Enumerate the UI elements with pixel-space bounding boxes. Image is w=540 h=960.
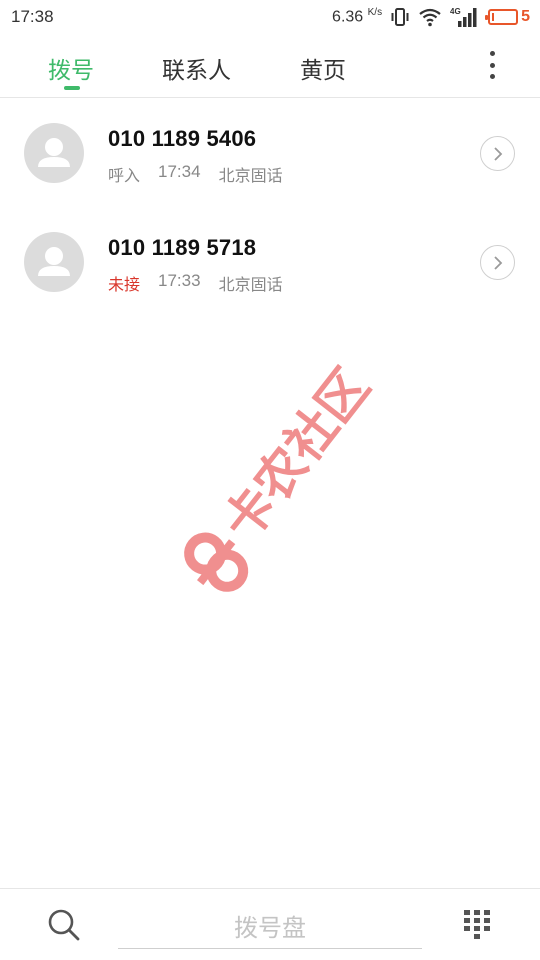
person-icon: [38, 138, 70, 167]
person-icon: [38, 247, 70, 276]
watermark-logo-icon: [184, 532, 249, 592]
dialpad-label: 拨号盘: [234, 914, 306, 942]
avatar: [24, 232, 84, 292]
chevron-right-icon: [493, 146, 502, 161]
battery-indicator: 5: [485, 8, 530, 26]
tab-dialer[interactable]: 拨号: [48, 51, 94, 85]
cellular-signal-icon: 4G: [450, 6, 480, 28]
search-icon[interactable]: [46, 907, 82, 943]
wifi-icon: [418, 7, 442, 27]
network-speed-unit: K/s: [367, 7, 383, 19]
keypad-icon[interactable]: [462, 909, 492, 941]
network-speed-value: 6.36: [332, 8, 364, 26]
call-location: 北京固话: [218, 275, 283, 294]
call-number: 010 1189 5406: [108, 126, 257, 151]
battery-icon: [485, 9, 519, 25]
call-log-item[interactable]: 010 1189 5718 未接 17:33 北京固话: [0, 208, 540, 317]
status-time: 17:38: [11, 7, 54, 26]
status-indicators: 6.36 K/s 4G 5: [332, 6, 530, 28]
call-log-item[interactable]: 010 1189 5406 呼入 17:34 北京固话: [0, 99, 540, 208]
active-tab-indicator: [64, 86, 80, 90]
call-time: 17:33: [158, 271, 201, 290]
dialpad-toggle[interactable]: 拨号盘: [118, 903, 422, 949]
status-bar: 17:38 6.36 K/s 4G 5: [0, 0, 540, 34]
network-type-label: 4G: [450, 7, 461, 16]
tab-contacts[interactable]: 联系人: [162, 51, 231, 85]
tab-yellow-pages[interactable]: 黄页: [300, 51, 346, 85]
call-time: 17:34: [158, 162, 201, 181]
call-meta: 未接 17:33 北京固话: [108, 271, 283, 295]
battery-fill: [492, 13, 495, 21]
battery-level: 5: [521, 8, 530, 25]
watermark: 卡农社区: [140, 358, 400, 620]
call-type-missed: 未接: [108, 275, 141, 294]
chevron-right-icon: [493, 255, 502, 270]
watermark-text: 卡农社区: [212, 360, 381, 551]
call-type: 呼入: [108, 166, 141, 185]
tab-bar: 拨号 联系人 黄页: [0, 34, 540, 98]
bottom-bar: 拨号盘: [0, 888, 540, 960]
call-location: 北京固话: [218, 166, 283, 185]
network-speed: 6.36 K/s: [332, 7, 382, 26]
call-number: 010 1189 5718: [108, 235, 257, 260]
call-detail-button[interactable]: [480, 136, 515, 171]
avatar: [24, 123, 84, 183]
more-vertical-icon[interactable]: [480, 48, 504, 82]
call-detail-button[interactable]: [480, 245, 515, 280]
call-log-list: 010 1189 5406 呼入 17:34 北京固话 010 1189 571…: [0, 99, 540, 317]
vibrate-icon: [390, 7, 410, 27]
call-meta: 呼入 17:34 北京固话: [108, 162, 283, 186]
